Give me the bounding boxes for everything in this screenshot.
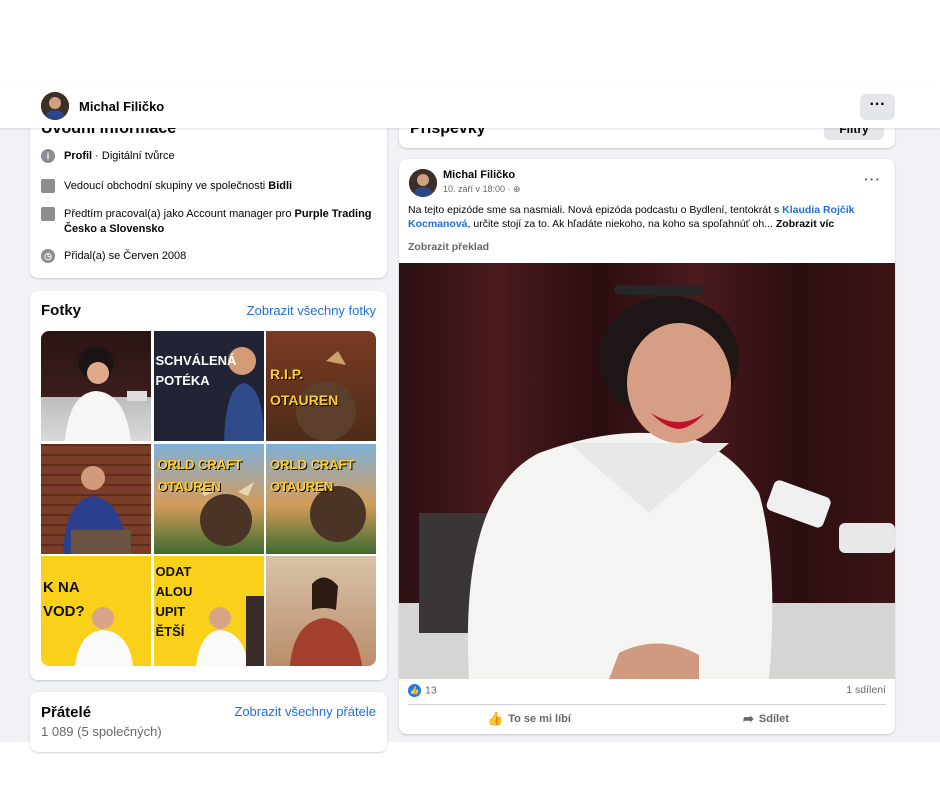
briefcase-icon — [41, 179, 55, 193]
share-count[interactable]: 1 sdílení — [846, 684, 886, 696]
more-options-button[interactable]: ··· — [860, 94, 895, 120]
photo-caption: R.I.P. OTAUREN — [270, 366, 339, 408]
actions-divider — [408, 704, 886, 705]
post-text: Na tejto epizóde sme sa nasmiali. Nová e… — [408, 203, 878, 231]
intro-row-joined: ◷ Přidal(a) se Červen 2008 — [41, 249, 186, 264]
photo-tile[interactable]: K NA VOD? — [41, 556, 151, 666]
photo-tile[interactable] — [266, 556, 376, 666]
post-text-part1: Na tejto epizóde sme sa nasmiali. Nová e… — [408, 204, 783, 216]
share-button[interactable]: ➦ Sdílet — [743, 711, 789, 727]
work-current-text: Vedoucí obchodní skupiny ve společnosti — [64, 180, 269, 192]
photo-tile[interactable]: ORLD CRAFT OTAUREN — [266, 443, 376, 554]
photo-tile[interactable] — [41, 331, 151, 441]
photo-tile[interactable]: ODAT ALOU UPIT ĚTŠÍ — [153, 556, 264, 666]
post-stats: 👍 13 1 sdílení — [408, 684, 886, 700]
photo-caption: K NA VOD? — [43, 579, 85, 620]
photo-caption: ORLD CRAFT OTAUREN — [270, 456, 355, 494]
photos-card: Fotky Zobrazit všechny fotky SCHVÁLENÁ P… — [30, 291, 387, 680]
post-card: Michal Filičko 10. září v 18:00 · ⊕ ··· … — [399, 159, 895, 734]
post-options-icon[interactable]: ··· — [864, 171, 881, 187]
friends-card: Přátelé Zobrazit všechny přátele 1 089 (… — [30, 692, 387, 752]
photo-caption: SCHVÁLENÁ POTÉKA — [155, 353, 237, 388]
clock-icon: ◷ — [41, 249, 55, 263]
see-all-photos-link[interactable]: Zobrazit všechny fotky — [247, 303, 376, 318]
post-author-avatar[interactable] — [409, 169, 437, 197]
see-translation-link[interactable]: Zobrazit překlad — [408, 241, 489, 253]
share-label: Sdílet — [758, 713, 789, 725]
profile-type: · Digitální tvůrce — [92, 150, 175, 162]
like-label: To se mi líbí — [508, 713, 571, 725]
profile-name[interactable]: Michal Filičko — [79, 99, 164, 114]
post-photo[interactable] — [399, 263, 895, 679]
photos-title: Fotky — [41, 302, 82, 319]
post-text-part2: , určite stojí za to. Ak hľadáte niekoho… — [467, 218, 776, 230]
photo-grid: SCHVÁLENÁ POTÉKA R.I.P. OTAUREN ORLD CRA… — [41, 331, 376, 666]
photo-caption: ODAT ALOU UPIT ĚTŠÍ — [155, 564, 193, 639]
see-more-link[interactable]: Zobrazit víc — [776, 218, 834, 230]
reaction-count[interactable]: 13 — [425, 684, 437, 696]
profile-sticky-header: Michal Filičko ··· — [0, 86, 940, 128]
profile-avatar[interactable] — [41, 92, 69, 120]
photo-tile[interactable]: R.I.P. OTAUREN — [266, 331, 376, 441]
thumbs-up-icon: 👍 — [487, 711, 504, 726]
globe-icon: ⊕ — [513, 184, 521, 194]
intro-row-work-previous: Předtím pracoval(a) jako Account manager… — [41, 207, 374, 237]
info-icon: i — [41, 149, 55, 163]
intro-row-profile: i Profil · Digitální tvůrce — [41, 149, 175, 164]
see-all-friends-link[interactable]: Zobrazit všechny přátele — [234, 704, 376, 719]
post-meta: 10. září v 18:00 · ⊕ — [443, 184, 521, 195]
work-previous-text: Předtím pracoval(a) jako Account manager… — [64, 208, 295, 220]
like-button[interactable]: 👍 To se mi líbí — [487, 711, 571, 727]
profile-label: Profil — [64, 150, 93, 162]
like-reaction-icon: 👍 — [408, 684, 421, 697]
post-timestamp[interactable]: 10. září v 18:00 · — [443, 184, 513, 194]
photo-caption: ORLD CRAFT OTAUREN — [157, 456, 243, 494]
friends-title: Přátelé — [41, 704, 92, 721]
work-current-company[interactable]: Bidli — [268, 180, 292, 192]
intro-card: Úvodní informace i Profil · Digitální tv… — [30, 108, 387, 278]
intro-row-work-current: Vedoucí obchodní skupiny ve společnosti … — [41, 179, 292, 194]
friends-count: 1 089 (5 společných) — [41, 724, 162, 739]
photo-tile[interactable]: SCHVÁLENÁ POTÉKA — [153, 331, 264, 441]
photo-tile[interactable]: ORLD CRAFT OTAUREN — [153, 443, 264, 554]
post-author-name[interactable]: Michal Filičko — [443, 169, 515, 181]
photo-tile[interactable] — [41, 443, 151, 554]
joined-text: Přidal(a) se Červen 2008 — [64, 250, 187, 262]
profile-page: Úvodní informace i Profil · Digitální tv… — [0, 0, 940, 788]
briefcase-icon — [41, 207, 55, 221]
share-arrow-icon: ➦ — [743, 711, 754, 726]
